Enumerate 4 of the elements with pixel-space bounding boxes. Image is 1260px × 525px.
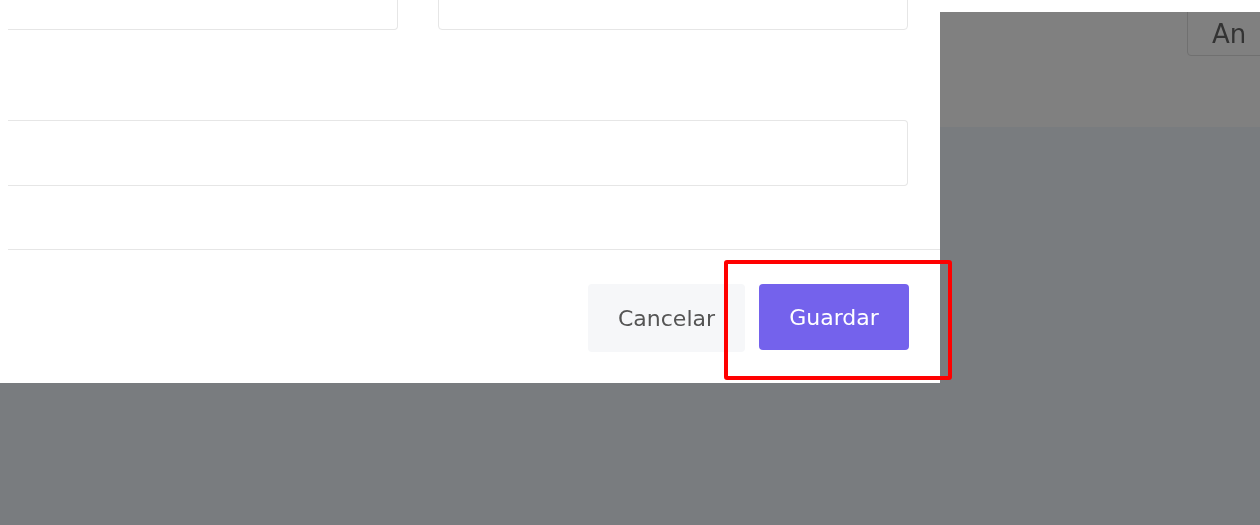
- page-button[interactable]: An: [1187, 12, 1260, 56]
- save-button[interactable]: Guardar: [759, 284, 909, 350]
- input-field[interactable]: [8, 120, 908, 186]
- cancel-button[interactable]: Cancelar: [588, 284, 745, 352]
